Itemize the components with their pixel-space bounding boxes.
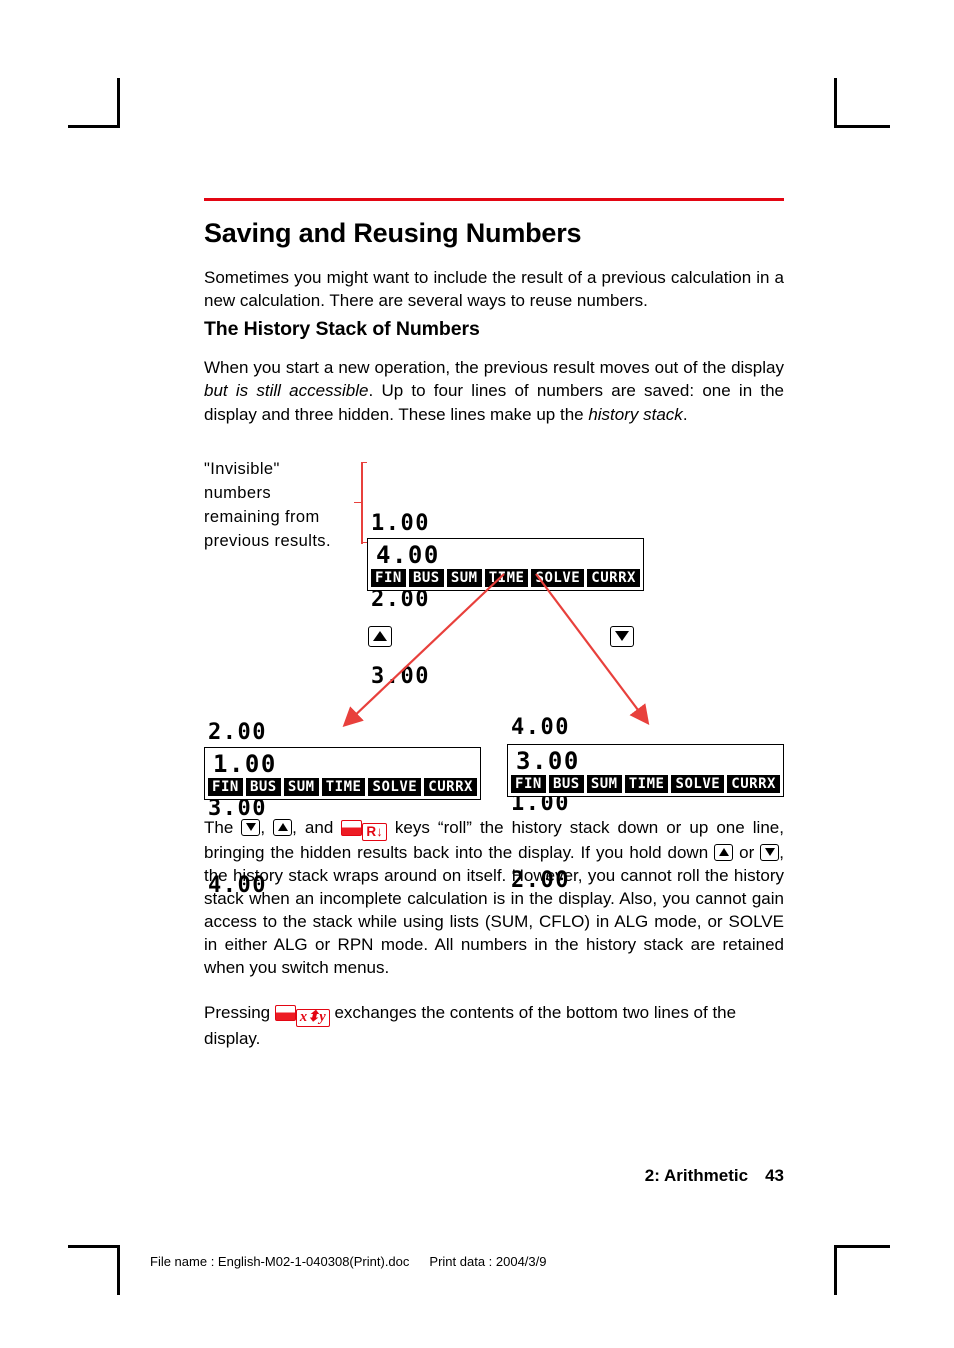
down-arrow-key[interactable] xyxy=(610,625,634,647)
display-menu-bar: FIN BUS SUM TIME SOLVE CURRX xyxy=(205,777,480,796)
calculator-display-right: 3.00 FIN BUS SUM TIME SOLVE CURRX xyxy=(507,743,784,797)
menu-item-bus[interactable]: BUS xyxy=(548,774,584,793)
section-heading: The History Stack of Numbers xyxy=(204,317,480,340)
display-value: 1.00 xyxy=(213,749,277,778)
menu-item-fin[interactable]: FIN xyxy=(371,568,406,587)
right-hidden-lines: 4.00 1.00 2.00 xyxy=(511,664,599,945)
up-arrow-key[interactable] xyxy=(714,843,734,861)
crop-mark-top-left xyxy=(68,78,120,128)
menu-item-time[interactable]: TIME xyxy=(624,774,669,793)
menu-item-fin[interactable]: FIN xyxy=(511,774,546,793)
invisible-numbers-callout: "Invisible" numbers remaining from previ… xyxy=(204,459,331,551)
calculator-display-left: 1.00 FIN BUS SUM TIME SOLVE CURRX xyxy=(204,746,481,800)
down-arrow-key[interactable] xyxy=(760,843,780,861)
title-rule xyxy=(204,198,784,201)
history-stack-diagram: "Invisible" numbers remaining from previ… xyxy=(204,456,784,898)
menu-item-fin[interactable]: FIN xyxy=(208,777,243,796)
chapter-reference: 2: Arithmetic xyxy=(644,1166,749,1185)
lead-text-3: . xyxy=(682,404,688,424)
roll-text-5: or xyxy=(733,842,761,862)
hidden-line: 4.00 xyxy=(511,714,570,740)
crop-mark-bottom-left xyxy=(68,1245,120,1295)
red-shift-key[interactable] xyxy=(274,1005,296,1022)
display-menu-bar: FIN BUS SUM TIME SOLVE CURRX xyxy=(508,774,783,793)
red-bracket xyxy=(354,461,367,544)
swap-text-1: Pressing xyxy=(204,1003,275,1023)
hidden-line: 1.00 xyxy=(371,510,430,536)
down-arrow-key[interactable] xyxy=(241,818,261,836)
menu-item-currx[interactable]: CURRX xyxy=(587,568,640,587)
hidden-line: 2.00 xyxy=(371,587,430,613)
display-value: 3.00 xyxy=(516,746,580,775)
menu-item-sum[interactable]: SUM xyxy=(283,777,319,796)
menu-item-currx[interactable]: CURRX xyxy=(727,774,780,793)
lead-italic-2: history stack xyxy=(588,404,683,424)
hidden-line: 2.00 xyxy=(511,867,570,893)
hidden-line: 4.00 xyxy=(208,872,267,898)
page-footer: 2: Arithmetic 43 xyxy=(204,1166,784,1186)
menu-item-time[interactable]: TIME xyxy=(321,777,366,796)
lead-italic-1: but is still accessible xyxy=(204,381,369,401)
menu-item-solve[interactable]: SOLVE xyxy=(531,568,585,587)
menu-item-time[interactable]: TIME xyxy=(484,568,529,587)
hidden-line: 3.00 xyxy=(371,663,430,689)
lead-paragraph: When you start a new operation, the prev… xyxy=(204,356,784,425)
up-arrow-icon xyxy=(277,823,288,832)
page-content: Saving and Reusing Numbers Sometimes you… xyxy=(204,198,784,1056)
up-arrow-key[interactable] xyxy=(273,818,293,836)
menu-item-bus[interactable]: BUS xyxy=(245,777,281,796)
calculator-display-top: 4.00 FIN BUS SUM TIME SOLVE CURRX xyxy=(367,537,644,591)
crop-mark-bottom-right xyxy=(834,1245,890,1295)
display-menu-bar: FIN BUS SUM TIME SOLVE CURRX xyxy=(368,568,643,587)
menu-item-sum[interactable]: SUM xyxy=(446,568,482,587)
swap-xy-key[interactable]: x⬍y xyxy=(295,1009,330,1028)
print-date-label: Print data : 2004/3/9 xyxy=(429,1254,547,1269)
lead-text-1: When you start a new operation, the prev… xyxy=(204,358,784,378)
up-arrow-icon xyxy=(718,848,729,857)
intro-paragraph: Sometimes you might want to include the … xyxy=(204,267,784,310)
file-name-label: File name : English-M02-1-040308(Print).… xyxy=(150,1254,410,1269)
hidden-line: 3.00 xyxy=(208,796,267,822)
roll-down-key[interactable]: R↓ xyxy=(362,822,387,841)
page-number: 43 xyxy=(765,1166,784,1185)
page-title: Saving and Reusing Numbers xyxy=(204,218,582,248)
hidden-line: 2.00 xyxy=(208,719,267,745)
menu-item-solve[interactable]: SOLVE xyxy=(671,774,725,793)
menu-item-currx[interactable]: CURRX xyxy=(424,777,477,796)
red-shift-key[interactable] xyxy=(341,819,363,836)
print-footer: File name : English-M02-1-040308(Print).… xyxy=(150,1254,547,1269)
menu-item-sum[interactable]: SUM xyxy=(586,774,622,793)
left-hidden-lines: 2.00 3.00 4.00 xyxy=(208,669,296,950)
menu-item-bus[interactable]: BUS xyxy=(408,568,444,587)
up-arrow-icon xyxy=(373,631,387,642)
down-arrow-icon xyxy=(245,823,256,832)
top-hidden-lines: 1.00 2.00 3.00 xyxy=(371,460,459,741)
down-arrow-icon xyxy=(615,631,629,642)
roll-text-3: , and xyxy=(292,817,342,837)
down-arrow-icon xyxy=(764,848,775,857)
display-value: 4.00 xyxy=(376,540,440,569)
swap-paragraph: Pressing x⬍y exchanges the contents of t… xyxy=(204,1001,784,1050)
menu-item-solve[interactable]: SOLVE xyxy=(368,777,422,796)
crop-mark-top-right xyxy=(834,78,890,128)
up-arrow-key[interactable] xyxy=(368,625,392,647)
